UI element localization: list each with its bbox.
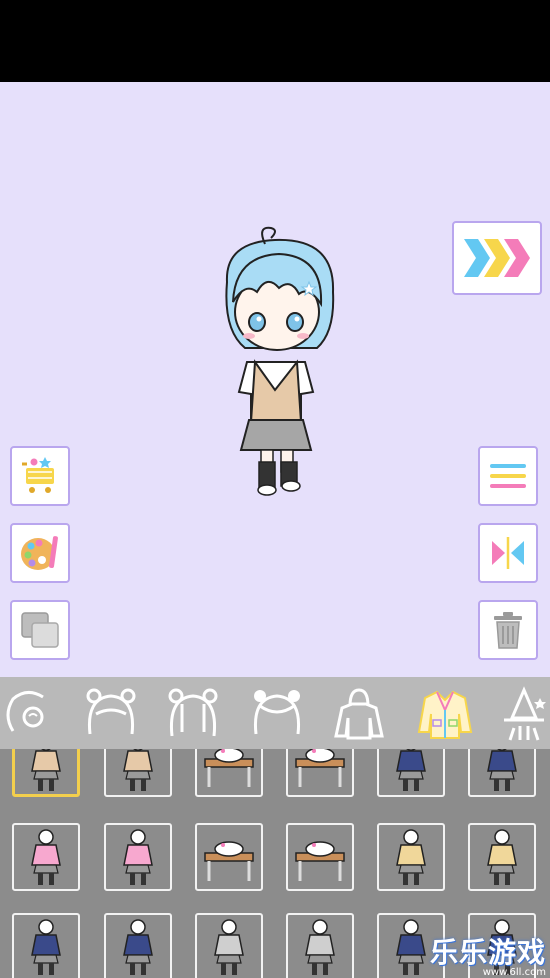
- desk-scene-icon: [295, 749, 345, 787]
- item-thumbnail[interactable]: [12, 913, 80, 978]
- watermark-title: 乐乐游戏: [429, 936, 546, 969]
- desk-sleep-scene-icon: [295, 841, 345, 881]
- front-hair-icon: [86, 688, 136, 735]
- shop-button[interactable]: [10, 446, 70, 506]
- menu-icon: [490, 464, 526, 488]
- category-front-hair[interactable]: [80, 683, 142, 743]
- dress-up-stage: [0, 82, 550, 677]
- item-thumbnail[interactable]: [104, 749, 172, 797]
- item-thumbnail[interactable]: [286, 823, 354, 891]
- layer-button[interactable]: [10, 600, 70, 660]
- dancing-pose-icon: [396, 829, 426, 885]
- sailor-uniform-pose-icon: [123, 919, 153, 975]
- watermark: 乐乐游戏 www.6ll.com: [430, 931, 546, 978]
- item-thumbnail[interactable]: [468, 823, 536, 891]
- item-thumbnail[interactable]: [195, 913, 263, 978]
- triple-chevron-icon: [464, 239, 530, 277]
- item-thumbnail[interactable]: [12, 823, 80, 891]
- category-hoodie[interactable]: [328, 683, 390, 743]
- standing-back-pose-icon: [123, 749, 153, 791]
- item-thumbnail[interactable]: [195, 823, 263, 891]
- category-hat[interactable]: [496, 683, 550, 743]
- menu-button[interactable]: [478, 446, 538, 506]
- layers-icon: [21, 612, 59, 648]
- hoodie-icon: [334, 688, 384, 740]
- shop-cart-icon: [22, 457, 54, 493]
- desk-sleep-scene-icon: [204, 841, 254, 881]
- item-thumbnail[interactable]: [104, 913, 172, 978]
- back-hair-icon: [168, 688, 218, 737]
- category-side-hair[interactable]: [246, 683, 308, 743]
- sailor-uniform-pose-icon: [31, 919, 61, 975]
- witch-hat-icon: [504, 686, 546, 741]
- item-thumbnail[interactable]: [12, 749, 80, 797]
- delete-button[interactable]: [478, 600, 538, 660]
- desk-scene-icon: [204, 749, 254, 787]
- grey-hoodie-pose-icon: [305, 919, 335, 975]
- next-button[interactable]: [452, 221, 542, 295]
- character-avatar[interactable]: [205, 222, 355, 502]
- color-button[interactable]: [10, 523, 70, 583]
- category-face[interactable]: [0, 683, 58, 743]
- blazer-pose-icon: [487, 749, 517, 791]
- item-thumbnail[interactable]: [104, 823, 172, 891]
- pink-sweater-pose-icon: [31, 829, 61, 885]
- grey-hoodie-pose-icon: [214, 919, 244, 975]
- face-icon: [6, 691, 44, 732]
- item-thumbnail[interactable]: [286, 749, 354, 797]
- top-black-bar: [0, 0, 550, 82]
- pink-sweater-pose-icon: [123, 829, 153, 885]
- palette-icon: [21, 536, 58, 570]
- blazer-pose-icon: [396, 749, 426, 791]
- jacket-icon: [417, 690, 473, 739]
- standing-girl-pose-icon: [31, 749, 61, 791]
- trash-icon: [494, 612, 522, 649]
- item-thumbnail[interactable]: [286, 913, 354, 978]
- item-thumbnail[interactable]: [377, 749, 445, 797]
- flip-button[interactable]: [478, 523, 538, 583]
- category-bar: [0, 677, 550, 749]
- side-hair-icon: [253, 690, 301, 735]
- item-thumbnail[interactable]: [377, 823, 445, 891]
- item-thumbnail[interactable]: [195, 749, 263, 797]
- category-jacket[interactable]: [414, 683, 476, 743]
- category-back-hair[interactable]: [162, 683, 224, 743]
- item-thumbnail[interactable]: [468, 749, 536, 797]
- dancing-pose-icon: [487, 829, 517, 885]
- flip-icon: [492, 537, 524, 569]
